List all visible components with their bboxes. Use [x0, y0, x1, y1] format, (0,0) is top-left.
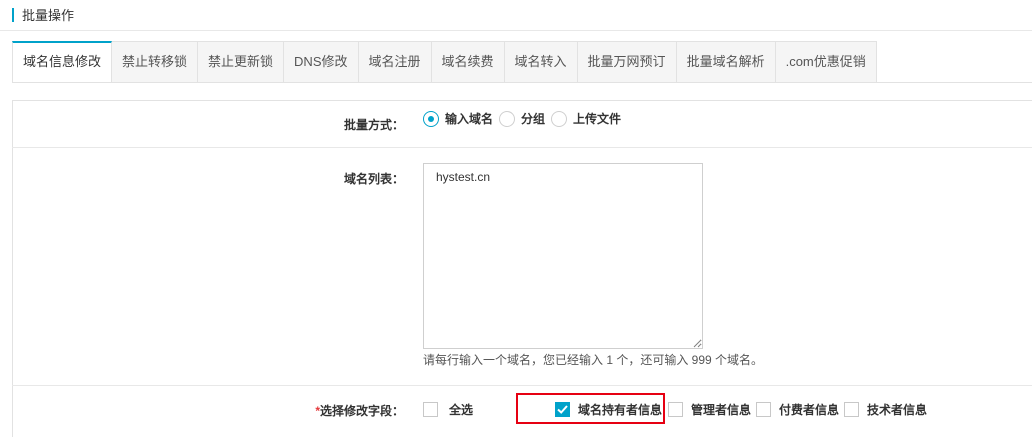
- radio-input-domain[interactable]: 输入域名: [423, 110, 493, 127]
- tab-dns-edit[interactable]: DNS修改: [284, 41, 359, 83]
- radio-upload-file[interactable]: 上传文件: [551, 110, 621, 127]
- page-header: 批量操作: [0, 0, 1032, 30]
- domain-list-label: 域名列表：: [343, 172, 404, 186]
- fields-label-text: 选择修改字段：: [319, 404, 404, 418]
- tab-transfer-lock[interactable]: 禁止转移锁: [112, 41, 199, 83]
- radio-label: 上传文件: [573, 112, 622, 126]
- method-radio-group: 输入域名 分组 上传文件: [423, 110, 627, 127]
- title-accent-bar: [12, 8, 14, 22]
- billing-info-checkbox[interactable]: 付费者信息: [756, 401, 839, 418]
- highlight-box: [516, 393, 665, 424]
- checkbox-label: 管理者信息: [691, 403, 752, 417]
- tab-bulk-reserve[interactable]: 批量万网预订: [577, 41, 677, 83]
- checkbox-box: [423, 402, 438, 417]
- tab-bulk-dns-resolve[interactable]: 批量域名解析: [676, 41, 776, 83]
- domain-list-textarea[interactable]: hystest.cn: [423, 163, 703, 349]
- select-all-checkbox[interactable]: 全选: [423, 401, 473, 418]
- domain-count-hint: 请每行输入一个域名，您已经输入 1 个，还可输入 999 个域名。: [423, 353, 764, 367]
- fields-label: *选择修改字段：: [290, 402, 404, 419]
- radio-dot-icon: [499, 110, 516, 127]
- tab-domain-info-edit[interactable]: 域名信息修改: [12, 41, 113, 83]
- checkbox-label: 付费者信息: [779, 403, 840, 417]
- tab-com-promotion[interactable]: .com优惠促销: [775, 41, 877, 83]
- tab-domain-register[interactable]: 域名注册: [358, 41, 432, 83]
- row-divider: [12, 147, 1032, 148]
- tech-info-checkbox[interactable]: 技术者信息: [844, 401, 927, 418]
- checkbox-box: [668, 402, 683, 417]
- radio-label: 分组: [521, 112, 546, 126]
- tab-bar-divider: [12, 82, 1032, 83]
- radio-label: 输入域名: [445, 112, 494, 126]
- radio-dot-icon: [423, 110, 439, 127]
- resize-handle-icon[interactable]: [692, 338, 702, 348]
- checkbox-box: [756, 402, 771, 417]
- checkbox-label: 全选: [449, 403, 474, 417]
- row-divider: [12, 385, 1032, 386]
- checkbox-label: 技术者信息: [867, 403, 928, 417]
- admin-info-checkbox[interactable]: 管理者信息: [668, 401, 751, 418]
- radio-group-option[interactable]: 分组: [499, 110, 545, 127]
- tab-update-lock[interactable]: 禁止更新锁: [198, 41, 285, 83]
- header-divider: [0, 30, 1032, 31]
- tab-bar: 域名信息修改 禁止转移锁 禁止更新锁 DNS修改 域名注册 域名续费 域名转入 …: [12, 41, 877, 83]
- tab-domain-transfer-in[interactable]: 域名转入: [504, 41, 578, 83]
- radio-dot-icon: [551, 110, 568, 127]
- checkbox-box: [844, 402, 859, 417]
- method-label: 批量方式：: [343, 118, 404, 132]
- page-title: 批量操作: [22, 8, 75, 23]
- tab-domain-renew[interactable]: 域名续费: [431, 41, 505, 83]
